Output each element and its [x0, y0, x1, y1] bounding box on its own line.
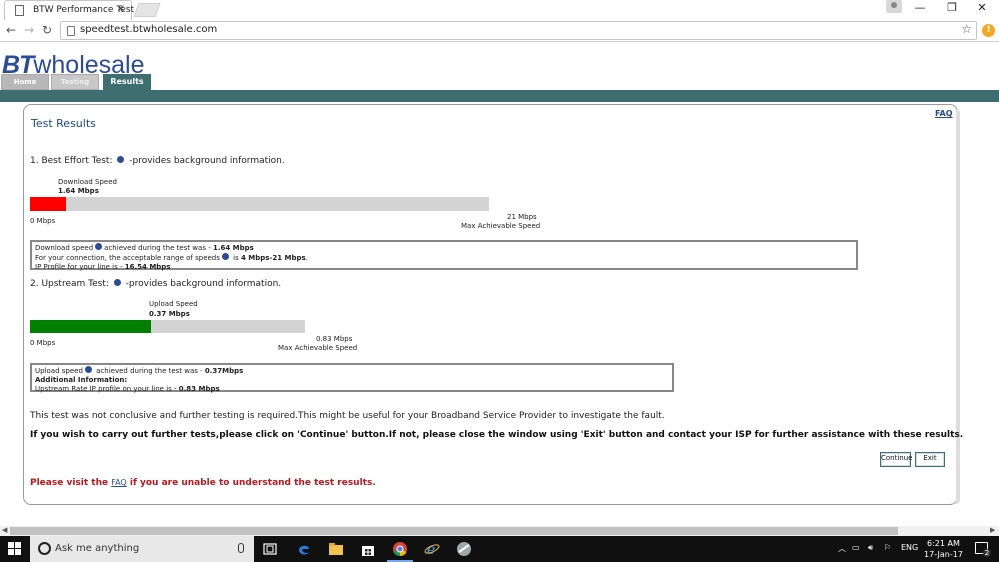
faq-link-top[interactable]: FAQ	[935, 109, 953, 118]
download-max-label: Max Achievable Speed	[461, 222, 541, 230]
page-title: Test Results	[31, 117, 96, 130]
scrollbar-thumb[interactable]	[10, 527, 898, 535]
faq-link-bottom[interactable]: FAQ	[111, 478, 127, 487]
search-placeholder: Ask me anything	[55, 543, 140, 554]
upload-bar-label: Upload Speed	[149, 300, 198, 308]
tray-overflow-icon[interactable]: ︿	[838, 543, 846, 554]
info-icon[interactable]	[95, 243, 103, 250]
continue-button[interactable]: Continue	[880, 452, 912, 467]
browser-toolbar: ← → ↻ speedtest.btwholesale.com ☆	[0, 20, 999, 42]
tab-home[interactable]: Home	[1, 74, 49, 90]
browser-titlebar: BTW Performance Test ✕ — ❐ ✕	[0, 0, 999, 20]
best-effort-heading: 1. Best Effort Test: -provides backgroun…	[30, 156, 285, 166]
reload-icon[interactable]: ↻	[42, 23, 52, 37]
battery-icon[interactable]: ▭	[852, 543, 860, 552]
address-bar[interactable]: speedtest.btwholesale.com ☆	[60, 21, 977, 40]
tab-results[interactable]: Results	[103, 74, 151, 90]
download-speed-fill	[30, 197, 66, 211]
download-bar-label: Download Speed	[58, 178, 117, 186]
store-icon[interactable]	[360, 541, 376, 557]
page-info-icon[interactable]	[67, 26, 75, 36]
faq-prompt: Please visit the FAQ if you are unable t…	[30, 478, 376, 488]
browser-tab[interactable]: BTW Performance Test ✕	[4, 0, 134, 20]
new-tab-button[interactable]	[133, 3, 161, 17]
svg-text:e: e	[427, 542, 435, 557]
windows-taskbar: Ask me anything e ︿ ▭ 🔊︎ ⚐ ENG 6:21 AM 1…	[0, 536, 999, 562]
bookmark-star-icon[interactable]: ☆	[961, 22, 972, 36]
horizontal-scrollbar[interactable]: ◀ ▶	[0, 526, 999, 536]
upstream-heading: 2. Upstream Test: -provides background i…	[30, 279, 282, 289]
language-indicator[interactable]: ENG	[901, 543, 918, 552]
minimize-icon[interactable]: —	[910, 1, 930, 14]
extension-alert-icon[interactable]: !	[982, 24, 995, 37]
upload-bar-value: 0.37 Mbps	[149, 310, 190, 318]
internet-explorer-icon[interactable]: e	[424, 541, 440, 557]
task-view-icon[interactable]	[262, 541, 278, 557]
windows-start-icon[interactable]	[8, 542, 22, 556]
close-icon[interactable]: ✕	[972, 1, 992, 14]
download-speed-bar	[30, 197, 489, 211]
info-icon[interactable]	[84, 366, 92, 373]
microphone-icon[interactable]	[238, 543, 244, 553]
chrome-icon[interactable]	[392, 541, 408, 557]
system-clock[interactable]: 6:21 AM 17-Jan-17	[924, 538, 963, 560]
download-min-label: 0 Mbps	[30, 217, 56, 225]
forward-icon[interactable]: →	[24, 23, 34, 37]
maximize-icon[interactable]: ❐	[942, 1, 962, 14]
info-icon[interactable]	[117, 156, 125, 163]
download-max-value: 21 Mbps	[507, 213, 537, 221]
cortana-icon	[38, 542, 51, 555]
header-band	[0, 90, 999, 102]
network-icon[interactable]: ⚐	[884, 543, 891, 552]
tab-testing[interactable]: Testing	[51, 74, 99, 90]
file-explorer-icon[interactable]	[328, 541, 344, 557]
edge-icon[interactable]	[296, 541, 312, 557]
page-icon	[15, 5, 24, 16]
url-text[interactable]: speedtest.btwholesale.com	[80, 24, 217, 35]
upload-speed-bar	[30, 320, 305, 333]
action-center-icon[interactable]: 2	[975, 542, 991, 557]
upload-min-label: 0 Mbps	[30, 339, 56, 347]
cortana-search-box[interactable]: Ask me anything	[30, 536, 254, 562]
volume-icon[interactable]: 🔊︎	[868, 543, 873, 553]
download-bar-value: 1.64 Mbps	[58, 187, 99, 195]
profile-icon[interactable]	[886, 0, 902, 13]
exit-button[interactable]: Exit	[915, 452, 945, 467]
tab-close-icon[interactable]: ✕	[117, 4, 125, 15]
upload-speed-fill	[30, 320, 151, 333]
info-icon[interactable]	[113, 279, 121, 286]
info-icon[interactable]	[221, 253, 229, 260]
upload-info-box: Upload speed achieved during the test wa…	[30, 363, 674, 393]
scroll-left-icon[interactable]: ◀	[2, 526, 7, 534]
upload-max-label: Max Achievable Speed	[278, 344, 358, 352]
instructions: If you wish to carry out further tests,p…	[30, 430, 964, 440]
scroll-right-icon[interactable]: ▶	[990, 526, 995, 534]
upload-max-value: 0.83 Mbps	[316, 335, 353, 343]
back-icon[interactable]: ←	[6, 23, 16, 37]
app-icon[interactable]	[456, 541, 472, 557]
download-info-box: Download speed achieved during the test w…	[30, 240, 858, 271]
inconclusive-note: This test was not conclusive and further…	[30, 411, 665, 421]
